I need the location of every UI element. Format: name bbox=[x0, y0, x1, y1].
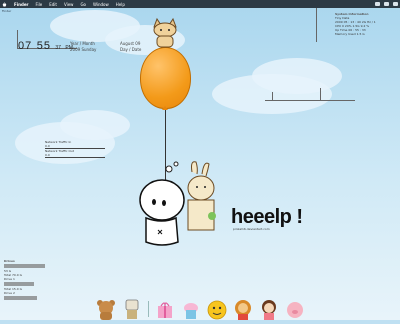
illustration-caption: heeelp ! bbox=[231, 206, 303, 228]
dock-girl-icon[interactable] bbox=[259, 298, 279, 320]
character-illustration bbox=[139, 161, 216, 246]
monitor-spike bbox=[320, 88, 321, 100]
monitor-axis bbox=[265, 100, 355, 101]
network-panel: Network Traffic In 0.0 Network Traffic O… bbox=[45, 140, 105, 158]
menu-go[interactable]: Go bbox=[80, 2, 86, 7]
cloud bbox=[60, 110, 130, 140]
network-out-graph bbox=[45, 157, 105, 158]
dock-cupcake-icon[interactable] bbox=[181, 298, 201, 320]
clock-hours: 07 bbox=[18, 40, 33, 52]
status-indicator-icon[interactable] bbox=[375, 2, 380, 6]
menu-bar: Finder File Edit View Go Window Help bbox=[0, 0, 400, 8]
dock-gift-icon[interactable] bbox=[155, 298, 175, 320]
dock bbox=[96, 292, 312, 320]
clock-widget: 07 55 37 PM bbox=[18, 36, 73, 54]
menu-help[interactable]: Help bbox=[116, 2, 125, 7]
system-info-panel: System Information Tiny Data 2009 05 : 1… bbox=[335, 12, 390, 36]
dock-smiley-icon[interactable] bbox=[207, 298, 227, 320]
drive-1-meter bbox=[4, 282, 35, 286]
date-widget: Year / Month 2009 Sunday bbox=[70, 41, 96, 53]
dock-separator bbox=[148, 301, 149, 317]
menu-file[interactable]: File bbox=[36, 2, 43, 7]
drive-2-meter bbox=[4, 296, 37, 300]
menu-app-name[interactable]: Finder bbox=[14, 2, 29, 7]
drives-title: Drives bbox=[4, 259, 15, 263]
panel-line: Memory Used 1.5 G bbox=[335, 32, 365, 36]
monitor-spike bbox=[272, 92, 273, 100]
desktop-label: Finder bbox=[2, 9, 12, 13]
clock-seconds: 37 bbox=[55, 45, 61, 51]
date-day: Day / Date bbox=[120, 47, 142, 52]
apple-menu-icon[interactable] bbox=[2, 1, 7, 7]
illustration-credit: pinkal16.deviantart.com bbox=[233, 227, 270, 231]
drives-panel: Drives 53 G Total 70.0 G Drive 1 Total 1… bbox=[4, 259, 59, 301]
status-indicator-icon[interactable] bbox=[384, 2, 389, 6]
drive-2-name: Drive 2 bbox=[4, 291, 15, 295]
menu-edit[interactable]: Edit bbox=[49, 2, 57, 7]
status-indicator-icon[interactable] bbox=[393, 2, 398, 6]
date-year-day: 2009 Sunday bbox=[70, 47, 97, 52]
dock-pig-icon[interactable] bbox=[285, 298, 305, 320]
date-widget-right: August 09 Day / Date bbox=[120, 41, 141, 53]
cloud bbox=[252, 58, 342, 94]
cat-illustration bbox=[153, 17, 177, 48]
menu-window[interactable]: Window bbox=[93, 2, 109, 7]
clock-minutes: 55 bbox=[36, 40, 51, 52]
dock-bear-icon[interactable] bbox=[96, 298, 116, 320]
drive-0-meter bbox=[4, 264, 46, 268]
dock-robot-icon[interactable] bbox=[122, 298, 142, 320]
menu-view[interactable]: View bbox=[64, 2, 74, 7]
balloon-illustration bbox=[140, 47, 191, 109]
drive-1-name: Drive 1 bbox=[4, 277, 15, 281]
panel-divider bbox=[316, 8, 317, 42]
dock-lion-icon[interactable] bbox=[233, 298, 253, 320]
